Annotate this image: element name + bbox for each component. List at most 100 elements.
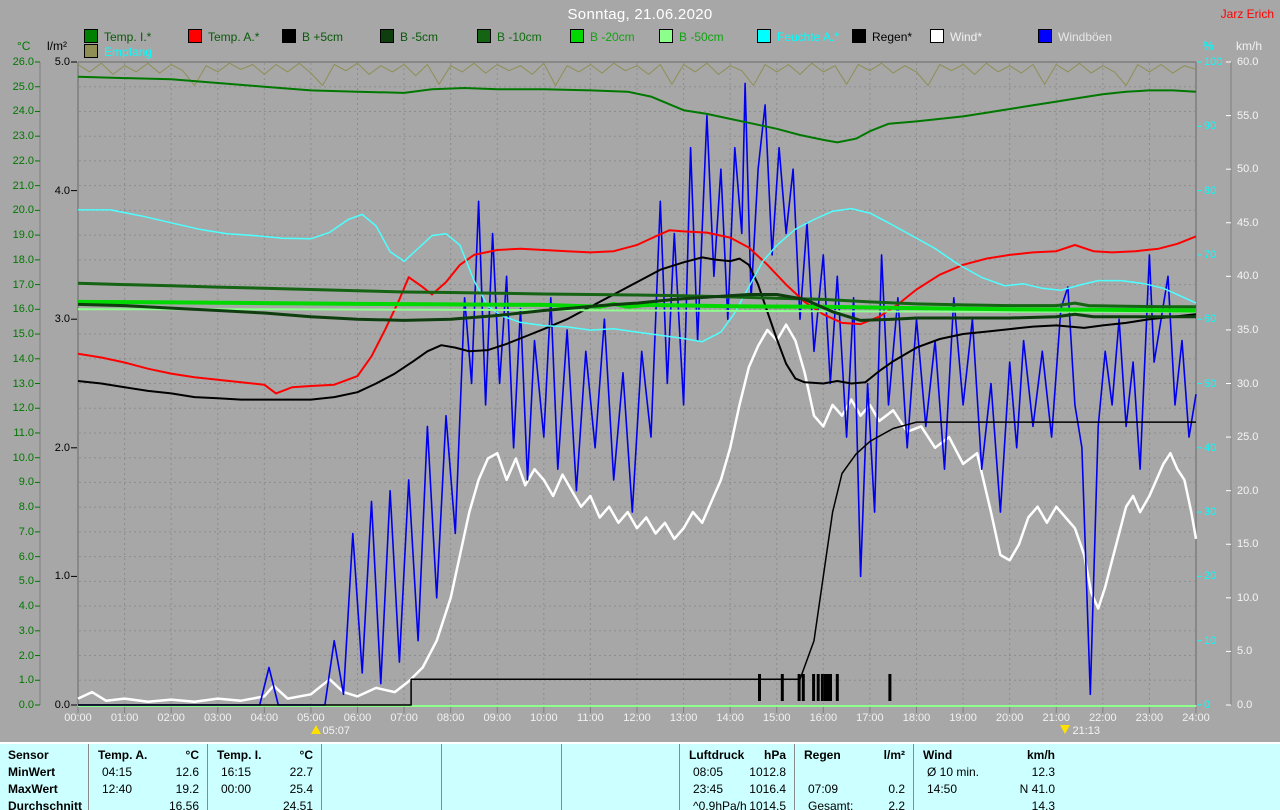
table-column-unit: hPa xyxy=(679,747,786,763)
table-cell-value: N 41.0 xyxy=(913,781,1055,797)
humidity-axis-tick: 10 xyxy=(1204,636,1216,647)
sunset-marker: 21:13 xyxy=(1060,725,1100,737)
rain-bar xyxy=(781,674,784,701)
sunset-icon xyxy=(1060,725,1070,734)
temp-axis-tick: 6.0 xyxy=(19,552,34,563)
time-axis-tick: 04:00 xyxy=(251,712,279,724)
table-column-separator xyxy=(561,744,562,810)
time-axis-tick: 17:00 xyxy=(856,712,884,724)
sunrise-icon xyxy=(311,725,321,734)
time-axis-tick: 11:00 xyxy=(577,712,604,724)
humidity-axis-tick: 60 xyxy=(1204,314,1216,325)
time-axis-tick: 22:00 xyxy=(1089,712,1117,724)
temp-axis-tick: 13.0 xyxy=(13,379,34,390)
temp-axis-tick: 17.0 xyxy=(13,280,34,291)
temp-axis-tick: 19.0 xyxy=(13,230,34,241)
temp-axis-tick: 18.0 xyxy=(13,255,34,266)
table-column-separator xyxy=(441,744,442,810)
table-cell-value: 14.3 xyxy=(913,798,1055,810)
humidity-axis-tick: 0 xyxy=(1204,700,1210,711)
time-axis-tick: 18:00 xyxy=(903,712,931,724)
humidity-axis-tick: 70 xyxy=(1204,250,1216,261)
wind-axis-tick: 20.0 xyxy=(1237,486,1258,497)
table-cell-value: 0.2 xyxy=(794,781,905,797)
time-axis-tick: 14:00 xyxy=(716,712,744,724)
time-axis-tick: 10:00 xyxy=(530,712,558,724)
wind-axis-tick: 10.0 xyxy=(1237,593,1258,604)
wind-axis-tick: 55.0 xyxy=(1237,111,1258,122)
wind-axis-tick: 15.0 xyxy=(1237,539,1258,550)
temp-axis-tick: 5.0 xyxy=(19,576,34,587)
table-column-separator xyxy=(321,744,322,810)
wind-axis-tick: 5.0 xyxy=(1237,646,1252,657)
chart-plot xyxy=(0,0,1280,810)
humidity-axis-tick: 90 xyxy=(1204,121,1216,132)
rain-bar xyxy=(817,674,820,701)
time-axis-tick: 24:00 xyxy=(1182,712,1210,724)
temp-axis-tick: 10.0 xyxy=(13,453,34,464)
wind-axis-tick: 45.0 xyxy=(1237,218,1258,229)
temp-axis-tick: 11.0 xyxy=(13,428,34,439)
table-column-unit: °C xyxy=(88,747,199,763)
time-axis-tick: 20:00 xyxy=(996,712,1024,724)
table-cell-value: 16.56 xyxy=(88,798,199,810)
temp-axis-tick: 9.0 xyxy=(19,477,34,488)
wind-axis-tick: 50.0 xyxy=(1237,164,1258,175)
table-cell-value: 24.51 xyxy=(207,798,313,810)
sunrise-time: 05:07 xyxy=(323,725,351,737)
temp-axis-tick: 3.0 xyxy=(19,626,34,637)
humidity-axis-tick: 30 xyxy=(1204,507,1216,518)
sunrise-marker: 05:07 xyxy=(311,725,351,737)
rain-axis-tick: 4.0 xyxy=(55,186,70,197)
temp-axis-tick: 25.0 xyxy=(13,82,34,93)
humidity-axis-tick: 80 xyxy=(1204,186,1216,197)
table-cell-value: 25.4 xyxy=(207,781,313,797)
stats-table: SensorMinWertMaxWertDurchschnittTemp. A.… xyxy=(0,742,1280,810)
humidity-axis-tick: 100 xyxy=(1204,57,1222,68)
rain-bar xyxy=(836,674,839,701)
wind-axis-tick: 30.0 xyxy=(1237,379,1258,390)
time-axis-tick: 19:00 xyxy=(949,712,977,724)
table-row-label: Durchschnitt xyxy=(8,798,82,810)
time-axis-tick: 16:00 xyxy=(810,712,838,724)
wind-axis-tick: 25.0 xyxy=(1237,432,1258,443)
table-cell-value: 12.3 xyxy=(913,764,1055,780)
table-cell-value: 1012.8 xyxy=(679,764,786,780)
temp-axis-tick: 20.0 xyxy=(13,205,34,216)
temp-axis-tick: 0.0 xyxy=(19,700,34,711)
temp-axis-tick: 24.0 xyxy=(13,106,34,117)
wind-axis-tick: 0.0 xyxy=(1237,700,1252,711)
table-cell-value: 2.2 xyxy=(794,798,905,810)
rain-bar xyxy=(824,674,832,701)
time-axis-tick: 00:00 xyxy=(64,712,92,724)
rain-bar xyxy=(798,674,801,701)
weather-chart-window: Sonntag, 21.06.2020 Jarz Erich °C l/m² %… xyxy=(0,0,1280,810)
temp-axis-tick: 26.0 xyxy=(13,57,34,68)
table-column-unit: km/h xyxy=(913,747,1055,763)
table-row-label: Sensor xyxy=(8,747,49,763)
temp-axis-tick: 16.0 xyxy=(13,304,34,315)
table-cell-value: 1014.5 xyxy=(679,798,786,810)
time-axis-tick: 07:00 xyxy=(390,712,418,724)
sunset-time: 21:13 xyxy=(1072,725,1100,737)
time-axis-tick: 09:00 xyxy=(483,712,511,724)
table-column-unit: l/m² xyxy=(794,747,905,763)
rain-axis-tick: 1.0 xyxy=(55,571,70,582)
rain-bar xyxy=(812,674,815,701)
table-row-label: MaxWert xyxy=(8,781,58,797)
table-cell-value: 19.2 xyxy=(88,781,199,797)
temp-axis-tick: 23.0 xyxy=(13,131,34,142)
time-axis-tick: 12:00 xyxy=(623,712,651,724)
time-axis-tick: 23:00 xyxy=(1136,712,1164,724)
temp-axis-tick: 1.0 xyxy=(19,675,34,686)
temp-axis-tick: 8.0 xyxy=(19,502,34,513)
temp-axis-tick: 4.0 xyxy=(19,601,34,612)
table-row-label: MinWert xyxy=(8,764,55,780)
temp-axis-tick: 7.0 xyxy=(19,527,34,538)
time-axis-tick: 15:00 xyxy=(763,712,791,724)
humidity-axis-tick: 50 xyxy=(1204,379,1216,390)
temp-axis-tick: 22.0 xyxy=(13,156,34,167)
rain-bar xyxy=(758,674,761,701)
time-axis-tick: 01:00 xyxy=(111,712,139,724)
table-cell-value: 1016.4 xyxy=(679,781,786,797)
